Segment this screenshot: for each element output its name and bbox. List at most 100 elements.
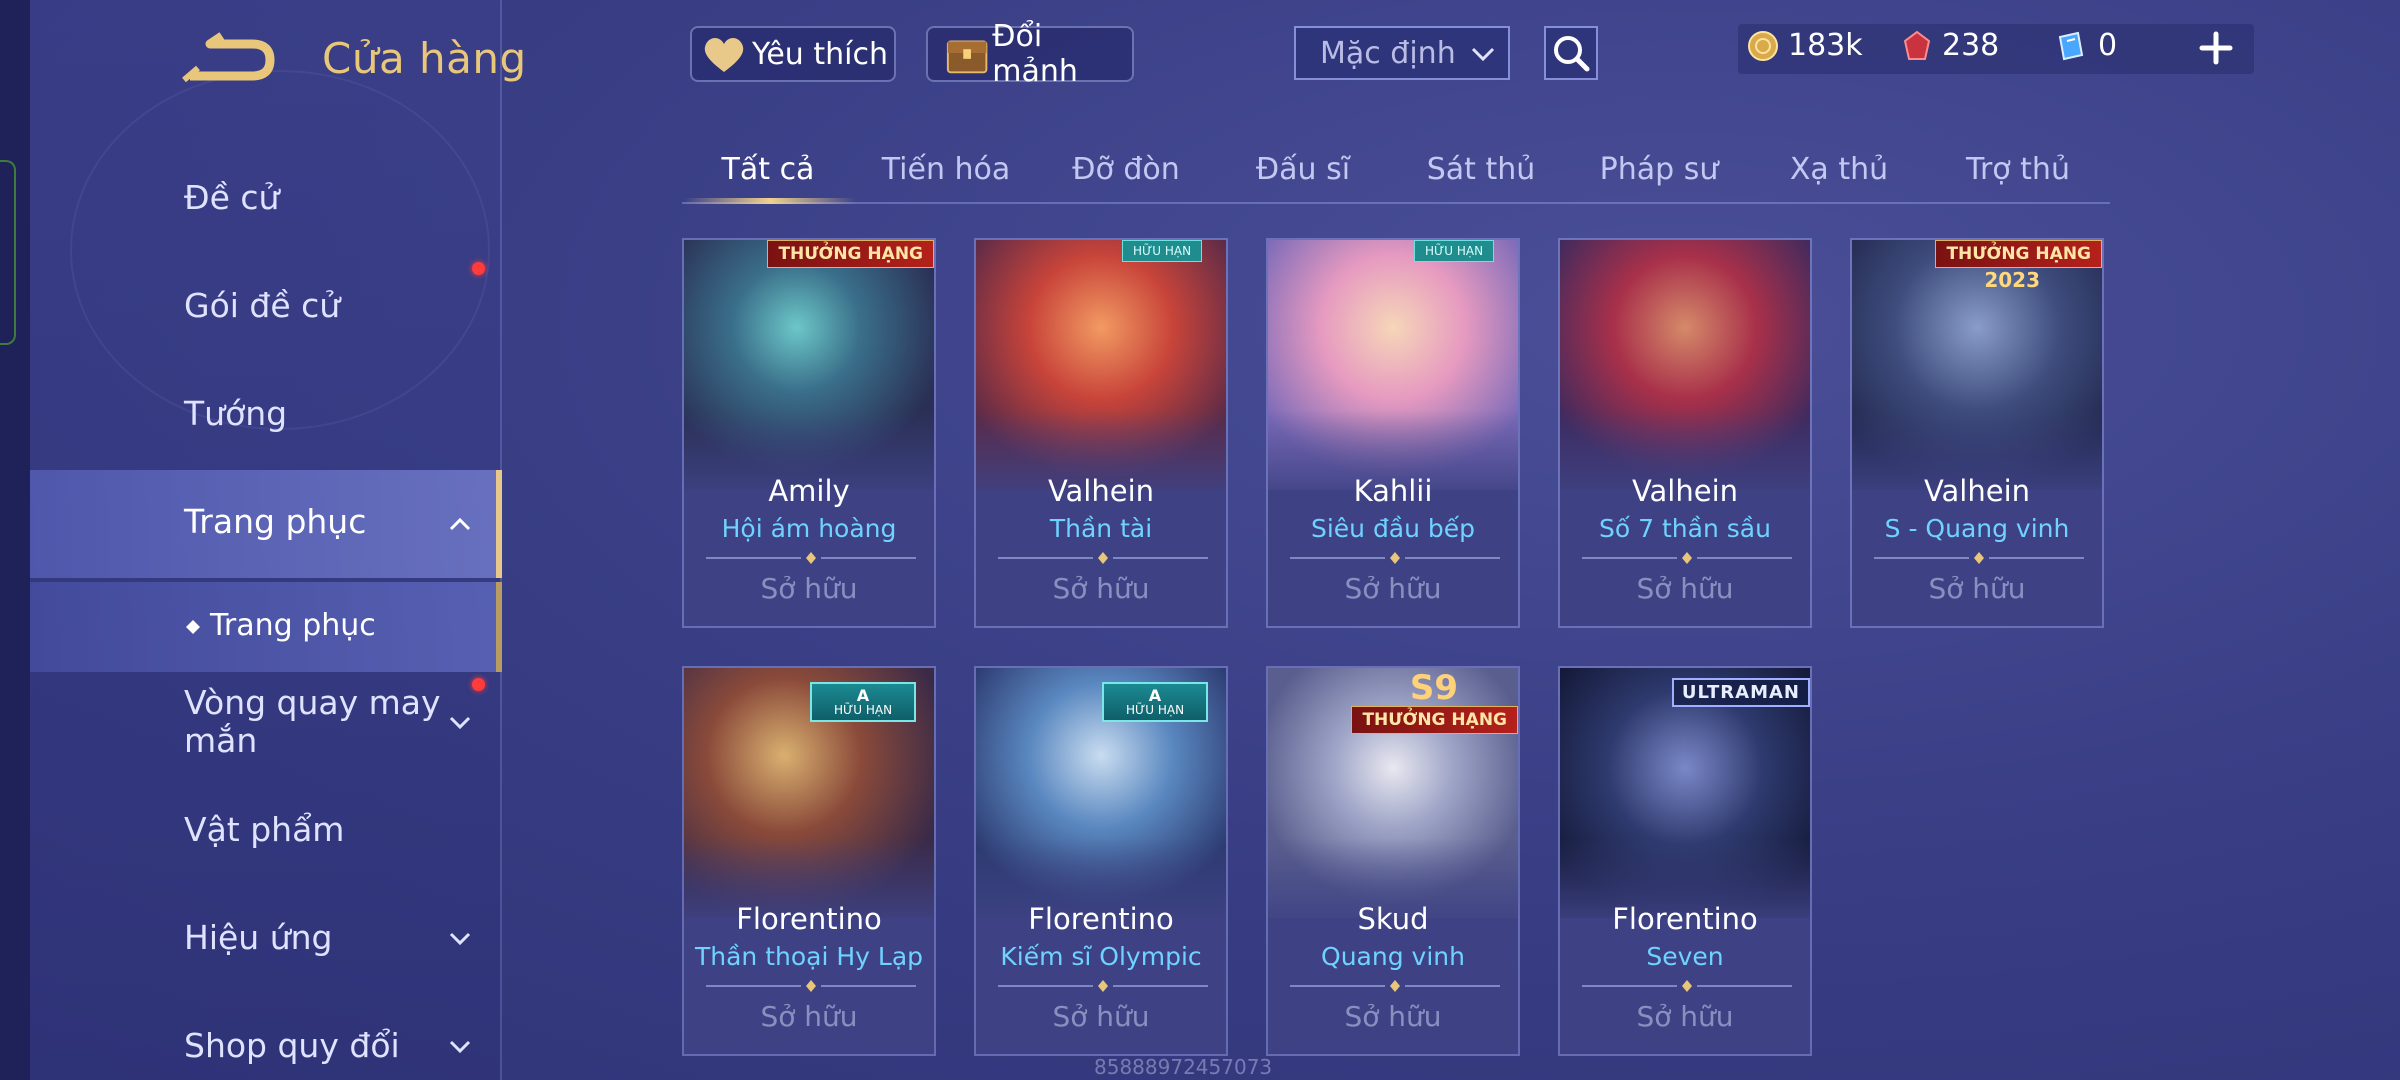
skin-name: Quang vinh — [1321, 942, 1465, 971]
skin-card[interactable]: A HỮU HẠN Florentino Thần thoại Hy Lạp S… — [682, 666, 936, 1056]
year-badge: 2023 — [1984, 268, 2040, 292]
owned-status: Sở hữu — [1636, 572, 1734, 605]
owned-status: Sở hữu — [1928, 572, 2026, 605]
tab-tat-ca[interactable]: Tất cả — [722, 152, 815, 187]
tab-dau-si[interactable]: Đấu sĩ — [1256, 152, 1350, 187]
sort-value: Mặc định — [1320, 35, 1456, 71]
divider-ornament — [706, 552, 916, 564]
skin-card[interactable]: THƯỞNG HẠNG Amily Hội ám hoàng Sở hữu — [682, 238, 936, 628]
chevron-down-icon[interactable] — [448, 1034, 472, 1058]
owned-status: Sở hữu — [1344, 1000, 1442, 1033]
skin-name: Số 7 thần sầu — [1599, 514, 1771, 543]
sort-select[interactable]: Mặc định — [1294, 26, 1510, 80]
hero-name: Skud — [1357, 902, 1429, 936]
ruby-currency: 238 — [1900, 28, 1999, 63]
divider-ornament — [1582, 552, 1792, 564]
hero-name: Valhein — [1047, 474, 1155, 508]
divider-ornament — [998, 552, 1208, 564]
divider-ornament — [1874, 552, 2084, 564]
limited-badge: HỮU HẠN — [1122, 240, 1202, 262]
chevron-up-icon[interactable] — [448, 512, 472, 536]
tab-tien-hoa[interactable]: Tiến hóa — [882, 152, 1011, 187]
tab-phap-su[interactable]: Pháp sư — [1600, 152, 1719, 187]
voucher-currency: 0 — [2054, 28, 2117, 63]
hero-name: Amily — [768, 474, 850, 508]
owned-status: Sở hữu — [1344, 572, 1442, 605]
sidebar-item-goi-de-cu[interactable]: Gói đề cử — [184, 286, 340, 325]
chevron-down-icon[interactable] — [448, 926, 472, 950]
tab-tro-thu[interactable]: Trợ thủ — [1966, 152, 2070, 187]
hero-name: Valhein — [1631, 474, 1739, 508]
exchange-label: Đổi mảnh — [992, 19, 1078, 89]
voucher-value: 0 — [2098, 28, 2118, 63]
notification-dot — [472, 262, 485, 275]
owned-status: Sở hữu — [1636, 1000, 1734, 1033]
search-button[interactable] — [1544, 26, 1598, 80]
gold-currency: 183k — [1746, 28, 1863, 63]
skin-name: Thần thoại Hy Lạp — [694, 942, 924, 971]
tab-xa-thu[interactable]: Xạ thủ — [1790, 152, 1888, 187]
chevron-down-icon[interactable] — [448, 710, 472, 734]
sidebar-item-hieu-ung[interactable]: Hiệu ứng — [184, 918, 332, 957]
tab-do-don[interactable]: Đỡ đòn — [1072, 152, 1180, 187]
sidebar-item-tuong[interactable]: Tướng — [184, 394, 287, 433]
ruby-value: 238 — [1942, 28, 2000, 63]
treasure-chest-icon — [946, 40, 988, 74]
search-icon — [1554, 36, 1590, 72]
skin-name: S - Quang vinh — [1884, 514, 2070, 543]
chevron-down-icon — [1471, 47, 1495, 62]
owned-status: Sở hữu — [760, 1000, 858, 1033]
skin-card[interactable]: THƯỞNG HẠNG 2023 Valhein S - Quang vinh … — [1850, 238, 2104, 628]
skin-card[interactable]: S9 THƯỞNG HẠNG Skud Quang vinh Sở hữu — [1266, 666, 1520, 1056]
hero-name: Florentino — [736, 902, 882, 936]
skin-name: Thần tài — [1049, 514, 1153, 543]
hero-name: Valhein — [1923, 474, 2031, 508]
skin-name: Hội ám hoàng — [721, 514, 897, 543]
favorite-button[interactable]: Yêu thích — [690, 26, 896, 82]
collab-badge: ULTRAMAN — [1671, 678, 1810, 707]
heart-icon — [704, 38, 744, 72]
skin-card[interactable]: ULTRAMAN Florentino Seven Sở hữu — [1558, 666, 1812, 1056]
premium-badge: THƯỞNG HẠNG — [1935, 240, 2102, 268]
premium-badge: THƯỞNG HẠNG — [1351, 706, 1518, 734]
sidebar-item-trang-phuc-label[interactable]: Trang phục — [184, 502, 366, 541]
add-currency-button[interactable] — [2196, 28, 2236, 68]
hero-name: Florentino — [1028, 902, 1174, 936]
limited-badge: HỮU HẠN — [1414, 240, 1494, 262]
skin-card[interactable]: HỮU HẠN Kahlii Siêu đầu bếp Sở hữu — [1266, 238, 1520, 628]
voucher-icon — [2058, 31, 2084, 60]
badge-subtext: HỮU HẠN — [1125, 703, 1185, 718]
season-badge: S9 — [1409, 668, 1458, 708]
rank-a-badge: A HỮU HẠN — [810, 682, 916, 722]
sidebar-item-shop-quy-doi[interactable]: Shop quy đổi — [184, 1026, 400, 1065]
diamond-bullet-icon — [186, 620, 200, 634]
gold-coin-icon — [1748, 30, 1778, 61]
sidebar-item-vong-quay[interactable]: Vòng quay may mắn — [184, 684, 454, 760]
ruby-gem-icon — [1903, 30, 1931, 60]
back-button[interactable] — [180, 32, 280, 88]
skin-card[interactable]: Valhein Số 7 thần sầu Sở hữu — [1558, 238, 1812, 628]
skin-card[interactable]: A HỮU HẠN Florentino Kiếm sĩ Olympic Sở … — [974, 666, 1228, 1056]
divider-ornament — [1582, 980, 1792, 992]
back-arrow-icon — [182, 32, 275, 83]
badge-subtext: HỮU HẠN — [833, 703, 893, 718]
divider-ornament — [1290, 552, 1500, 564]
tab-sat-thu[interactable]: Sát thủ — [1427, 152, 1536, 187]
skin-name: Siêu đầu bếp — [1310, 514, 1476, 543]
active-tab-indicator — [684, 198, 856, 204]
page-title: Cửa hàng — [322, 34, 527, 83]
watermark-text: 85888972457073 — [1094, 1055, 1273, 1079]
edge-handle[interactable] — [0, 160, 16, 345]
sidebar-item-de-cu[interactable]: Đề cử — [184, 178, 279, 217]
sidebar-subitem-label[interactable]: Trang phục — [210, 608, 376, 643]
hero-name: Florentino — [1612, 902, 1758, 936]
owned-status: Sở hữu — [760, 572, 858, 605]
divider-ornament — [998, 980, 1208, 992]
decorative-swirl — [70, 70, 490, 430]
notification-dot — [472, 678, 485, 691]
skin-card[interactable]: HỮU HẠN Valhein Thần tài Sở hữu — [974, 238, 1228, 628]
favorite-label: Yêu thích — [752, 36, 888, 72]
sidebar-item-vat-pham[interactable]: Vật phẩm — [184, 810, 344, 849]
exchange-shards-button[interactable]: Đổi mảnh — [926, 19, 1134, 89]
hero-name: Kahlii — [1353, 474, 1433, 508]
